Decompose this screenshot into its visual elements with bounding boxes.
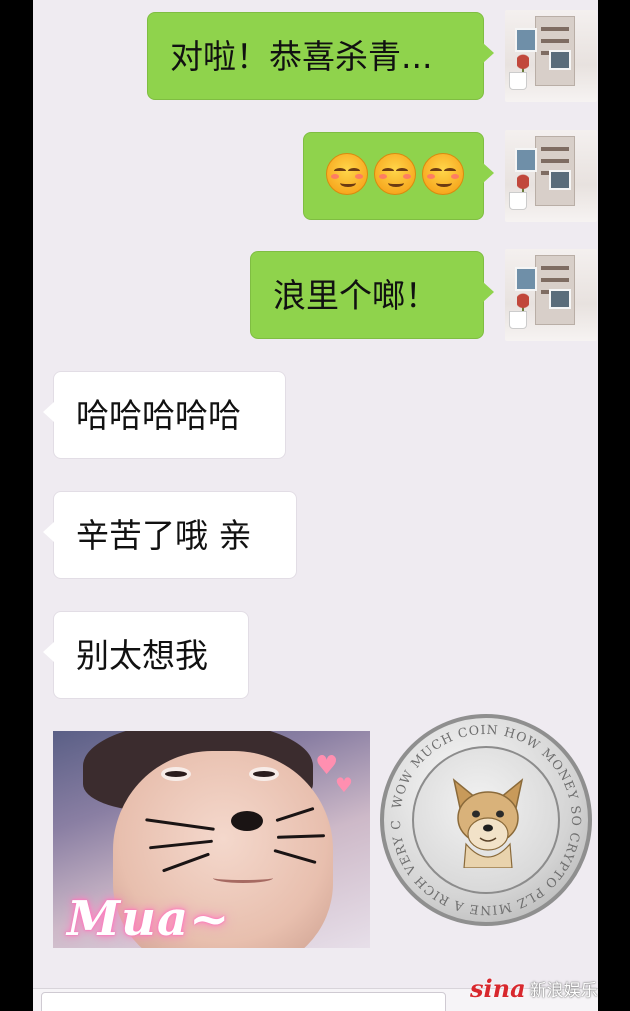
incoming-message-bubble[interactable]: 哈哈哈哈哈: [43, 371, 286, 459]
message-text: 对啦！恭喜杀青...: [170, 37, 433, 76]
shiba-dog-icon: [452, 778, 524, 868]
blushing-smile-emoji: [422, 153, 464, 195]
message-text: 辛苦了哦 亲: [76, 516, 252, 555]
message-text: 浪里个啷！: [273, 276, 438, 315]
outgoing-emoji-bubble[interactable]: [303, 132, 494, 220]
cat-nose: [231, 811, 263, 831]
dogecoin-sticker[interactable]: WOW MUCH COIN HOW MONEY SO CRYPTO PLZ MI…: [380, 714, 592, 926]
incoming-message-bubble[interactable]: 别太想我: [43, 611, 249, 699]
blushing-smile-emoji: [326, 153, 368, 195]
self-avatar[interactable]: [505, 130, 597, 222]
cat-filter-photo-sticker[interactable]: ♥ ♥ Mua~: [53, 731, 370, 948]
outgoing-message-bubble[interactable]: 对啦！恭喜杀青...: [147, 12, 494, 100]
incoming-message-bubble[interactable]: 辛苦了哦 亲: [43, 491, 297, 579]
watermark-text: 新浪娱乐: [529, 981, 598, 1001]
sina-logo: sina: [470, 974, 526, 1003]
message-text: 别太想我: [76, 636, 208, 675]
heart-icon: ♥: [335, 773, 353, 797]
outgoing-message-bubble[interactable]: 浪里个啷！: [250, 251, 494, 339]
sticker-caption: Mua~: [67, 891, 231, 947]
sina-watermark: sina 新浪娱乐: [470, 974, 598, 1003]
self-avatar[interactable]: [505, 10, 597, 102]
blushing-smile-emoji: [374, 153, 416, 195]
message-text: 哈哈哈哈哈: [76, 396, 241, 435]
message-input[interactable]: [41, 992, 446, 1011]
self-avatar[interactable]: [505, 249, 597, 341]
emoji-row: [326, 153, 464, 195]
chat-screen: 对啦！恭喜杀青... 浪里个啷！ 哈哈哈哈哈 辛苦了哦 亲 别太想我 ♥ ♥ M…: [33, 0, 598, 1011]
